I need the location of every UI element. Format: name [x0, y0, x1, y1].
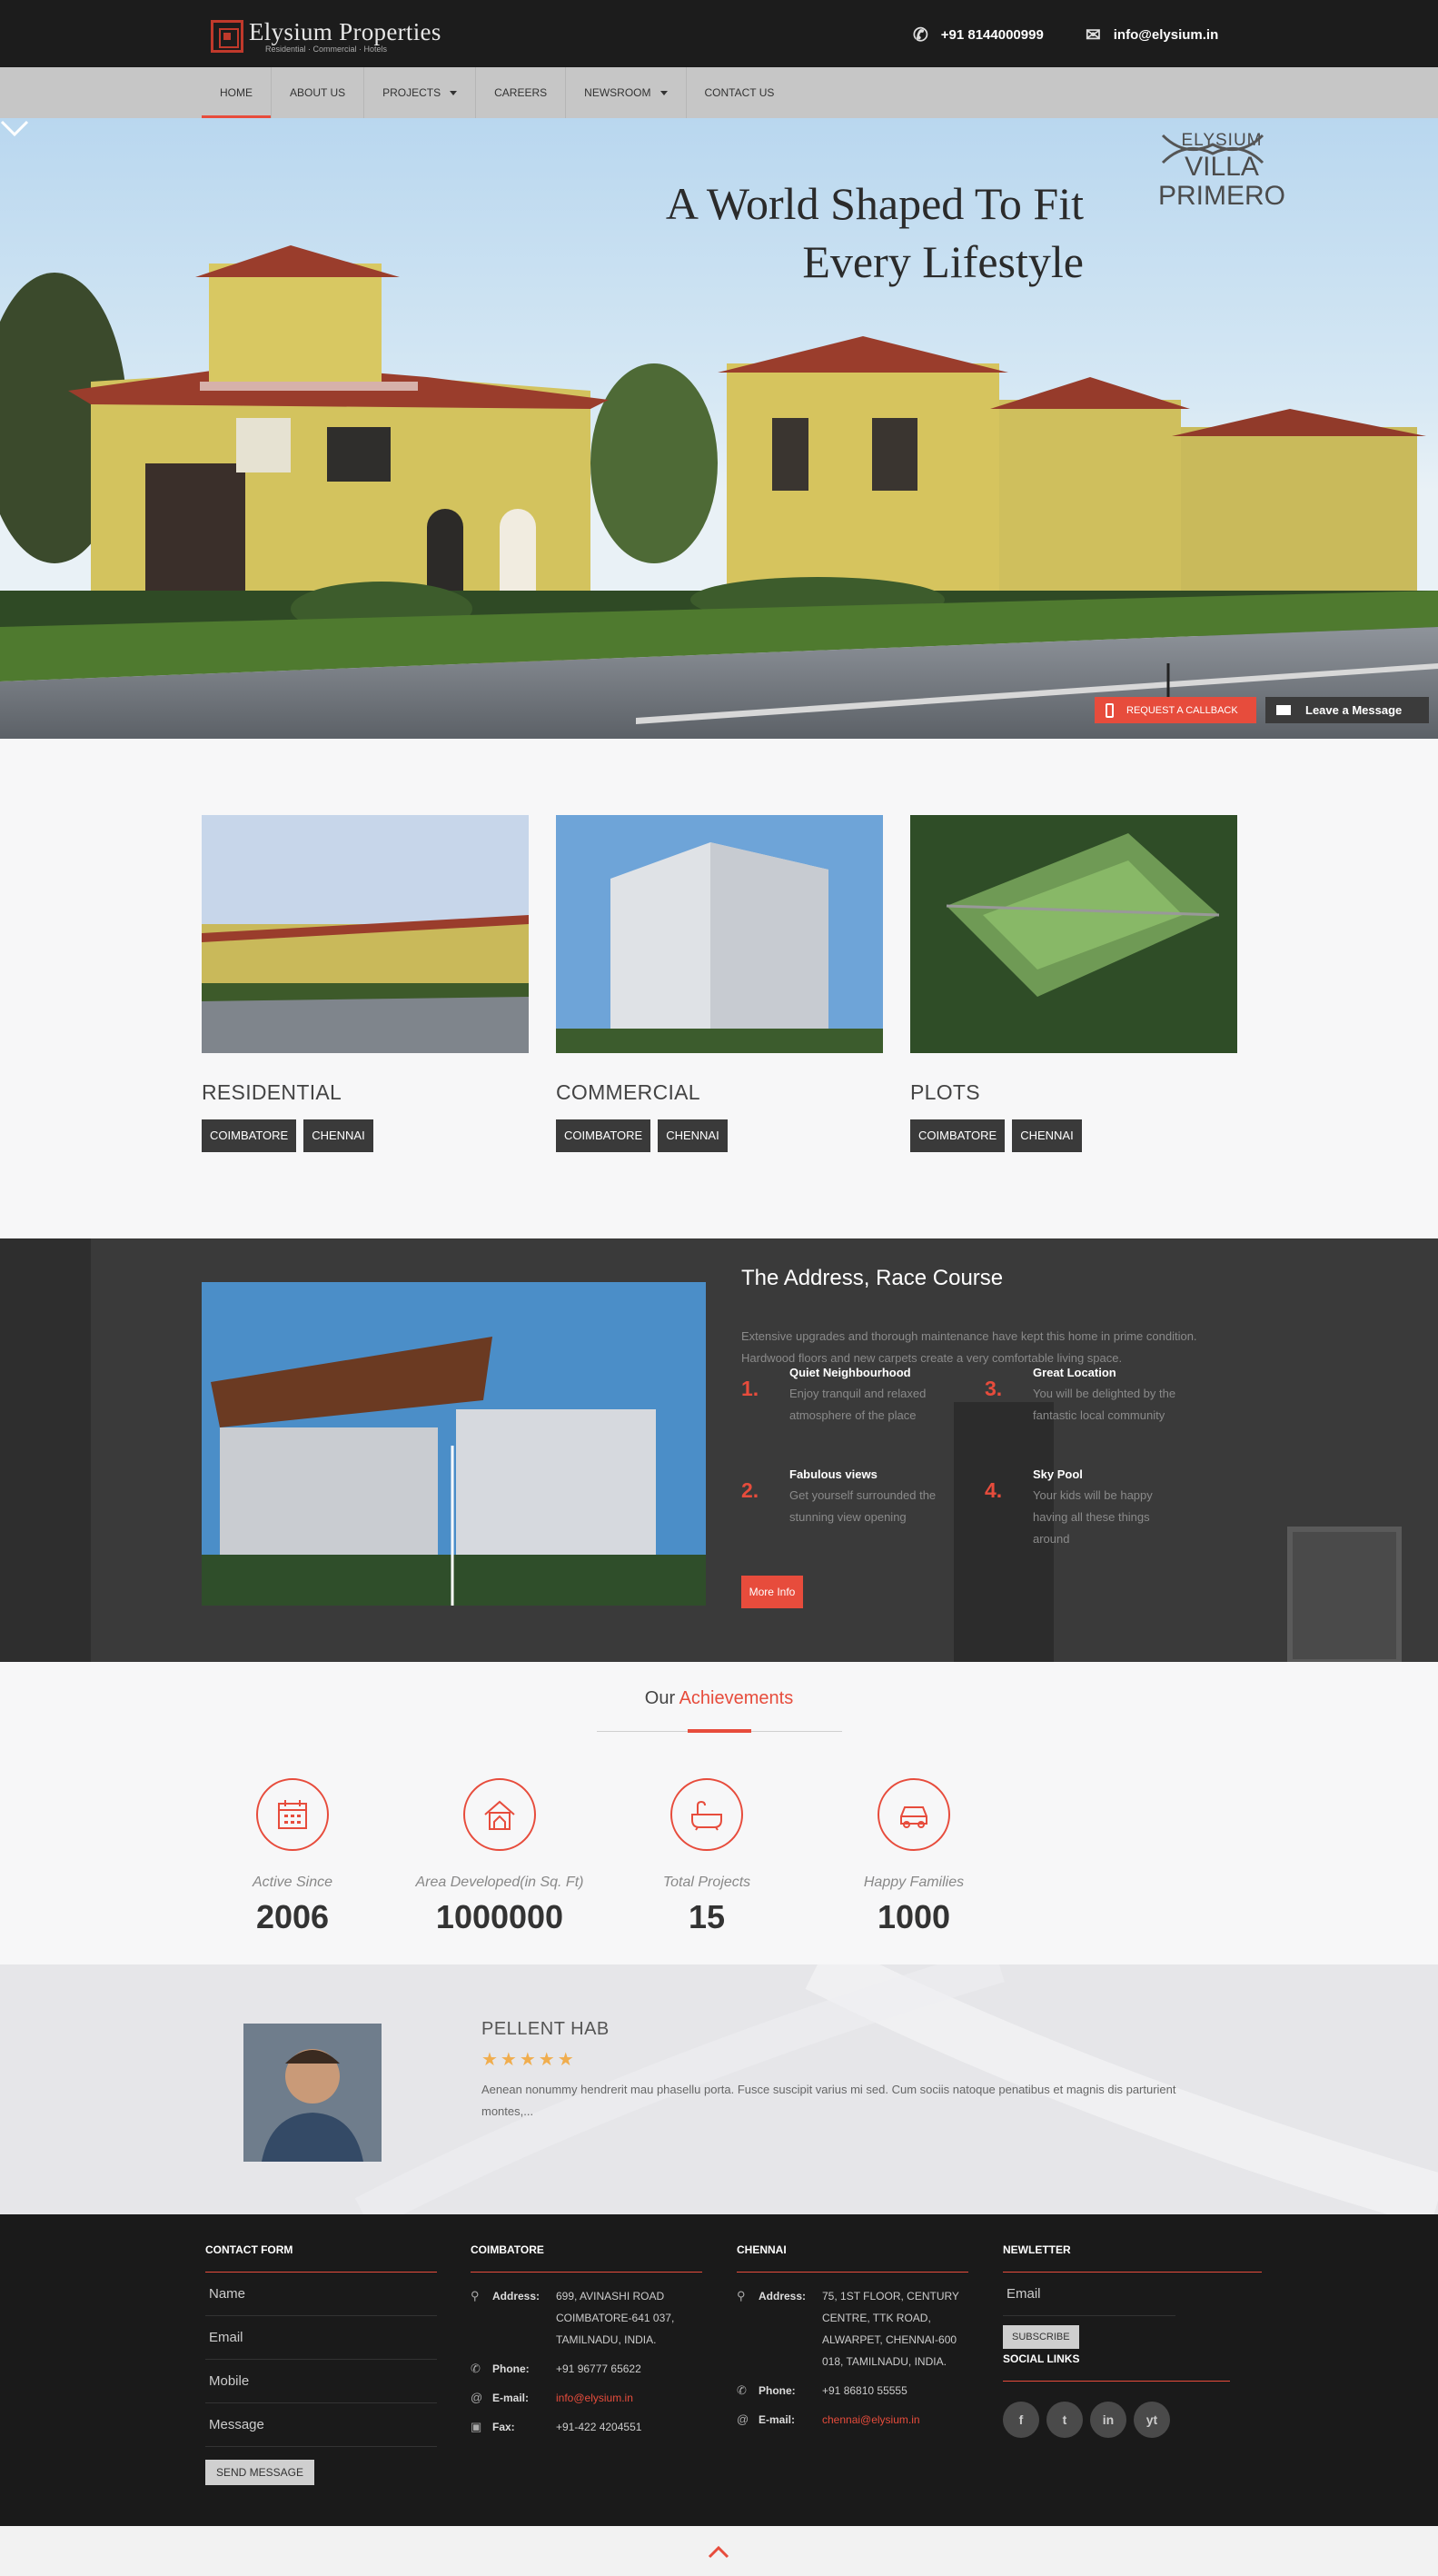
envelope-icon [1276, 705, 1291, 715]
at-icon: @ [471, 2391, 483, 2404]
stat-active-since: Active Since 2006 [183, 1778, 402, 1936]
main-nav: HOME ABOUT US PROJECTS CAREERS NEWSROOM … [0, 67, 1438, 118]
brand-tagline: Residential · Commercial · Hotels [265, 45, 388, 54]
message-field[interactable]: Message [205, 2403, 437, 2447]
stat-total-projects: Total Projects 15 [598, 1778, 816, 1936]
feature-item: 4. Sky Pool Your kids will be happy havi… [985, 1467, 1153, 1546]
footer-newsletter: NEWLETTER Email SUBSCRIBE SOCIAL LINKS f… [1003, 2243, 1262, 2438]
calendar-icon [278, 1800, 307, 1829]
fax-icon: ▣ [471, 2420, 482, 2433]
footer-contact-form: CONTACT FORM Name Email Mobile Message S… [205, 2243, 437, 2485]
nav-newsroom[interactable]: NEWSROOM [566, 67, 687, 118]
back-to-top-icon[interactable] [708, 2544, 729, 2559]
scroll-down-icon[interactable] [0, 118, 29, 138]
category-title: COMMERCIAL [556, 1080, 700, 1104]
brand-name: Elysium Properties [249, 18, 441, 45]
nav-about[interactable]: ABOUT US [272, 67, 365, 118]
featured-project: The Address, Race Course Extensive upgra… [0, 1238, 1438, 1662]
envelope-icon: ✉ [1086, 25, 1101, 45]
social-links: f t in yt [1003, 2402, 1262, 2438]
caret-down-icon [659, 91, 668, 96]
footer-coimbatore: COIMBATORE ⚲ Address: 699, AVINASHI ROAD C… [471, 2243, 702, 2438]
tag-coimbatore[interactable]: COIMBATORE [556, 1119, 651, 1152]
tag-chennai[interactable]: CHENNAI [658, 1119, 728, 1152]
phone-icon: ✆ [737, 2383, 747, 2397]
newsletter-email-input[interactable]: Email [1003, 2273, 1175, 2316]
featured-title: The Address, Race Course [741, 1266, 1004, 1290]
caret-down-icon [450, 91, 458, 96]
linkedin-icon[interactable]: in [1090, 2402, 1126, 2438]
tag-coimbatore[interactable]: COIMBATORE [202, 1119, 297, 1152]
request-callback-button[interactable]: REQUEST A CALLBACK [1095, 697, 1256, 723]
car-icon [900, 1806, 927, 1828]
achievements-heading: Our Achievements [644, 1688, 794, 1708]
map-pin-icon: ⚲ [737, 2289, 746, 2302]
mobile-icon [1106, 702, 1114, 718]
hero-banner: A World Shaped To Fit Every Lifestyle EL… [0, 118, 1438, 739]
plots-image[interactable] [910, 815, 1237, 1053]
featured-project-image[interactable] [202, 1282, 706, 1606]
footer-chennai: CHENNAI ⚲ Address: 75, 1ST FLOOR, CENTURY … [737, 2243, 968, 2431]
testimonial-author: PELLENT HAB [481, 2019, 610, 2039]
heading-divider [597, 1729, 842, 1733]
leave-message-button[interactable]: Leave a Message [1265, 697, 1429, 723]
nav-projects[interactable]: PROJECTS [364, 67, 477, 118]
star-rating: ★★★★★ [481, 2050, 577, 2070]
youtube-icon[interactable]: yt [1134, 2402, 1170, 2438]
tag-coimbatore[interactable]: COIMBATORE [910, 1119, 1006, 1152]
logo-mark-icon [211, 20, 243, 53]
testimonial-section: PELLENT HAB ★★★★★ Aenean nonummy hendrer… [0, 1964, 1438, 2214]
mobile-field[interactable]: Mobile [205, 2360, 437, 2403]
brand-logo[interactable]: Elysium Properties Residential · Commerc… [211, 16, 441, 56]
at-icon: @ [737, 2412, 749, 2426]
category-title: PLOTS [910, 1080, 980, 1104]
commercial-image[interactable] [556, 815, 883, 1053]
nav-careers[interactable]: CAREERS [476, 67, 567, 118]
hero-title: A World Shaped To Fit Every Lifestyle [665, 178, 1084, 287]
tag-chennai[interactable]: CHENNAI [303, 1119, 373, 1152]
footer: CONTACT FORM Name Email Mobile Message S… [0, 2214, 1438, 2526]
category-plots: PLOTS COIMBATORE CHENNAI [910, 815, 1237, 1152]
map-pin-icon: ⚲ [471, 2289, 480, 2302]
villa-primero-logo: ELYSIUM VILLA PRIMERO [1154, 131, 1290, 210]
stat-happy-families: Happy Families 1000 [805, 1778, 1023, 1936]
bathtub-icon [691, 1800, 722, 1831]
header-email-text: info@elysium.in [1113, 27, 1219, 43]
ornament-icon [1161, 134, 1264, 152]
header-phone[interactable]: ✆ +91 8144000999 [913, 24, 1044, 46]
testimonial-text: Aenean nonummy hendrerit mau phasellu po… [481, 2083, 1176, 2118]
tag-chennai[interactable]: CHENNAI [1012, 1119, 1082, 1152]
header-phone-text: +91 8144000999 [940, 27, 1044, 43]
avatar [243, 2024, 382, 2162]
feature-item: 3. Great Location You will be delighted … [985, 1366, 1176, 1422]
more-info-button[interactable]: More Info [741, 1576, 803, 1608]
subscribe-button[interactable]: SUBSCRIBE [1003, 2325, 1079, 2349]
feature-item: 1. Quiet Neighbourhood Enjoy tranquil an… [741, 1366, 927, 1422]
nav-contact[interactable]: CONTACT US [687, 67, 793, 118]
send-message-button[interactable]: SEND MESSAGE [205, 2460, 315, 2485]
email-link[interactable]: info@elysium.in [556, 2387, 702, 2409]
nav-home[interactable]: HOME [202, 67, 272, 118]
house-icon [484, 1800, 515, 1830]
category-commercial: COMMERCIAL COIMBATORE CHENNAI [556, 815, 883, 1152]
featured-description: Extensive upgrades and thorough maintena… [741, 1329, 1197, 1365]
email-field[interactable]: Email [205, 2316, 437, 2360]
email-link[interactable]: chennai@elysium.in [822, 2409, 968, 2431]
facebook-icon[interactable]: f [1003, 2402, 1039, 2438]
residential-image[interactable] [202, 815, 529, 1053]
feature-item: 2. Fabulous views Get yourself surrounde… [741, 1467, 937, 1524]
top-bar: Elysium Properties Residential · Commerc… [0, 0, 1438, 67]
phone-icon: ✆ [471, 2362, 481, 2375]
twitter-icon[interactable]: t [1046, 2402, 1083, 2438]
category-title: RESIDENTIAL [202, 1080, 342, 1104]
stat-area-developed: Area Developed(in Sq. Ft) 1000000 [391, 1778, 609, 1936]
category-residential: RESIDENTIAL COIMBATORE CHENNAI [202, 815, 529, 1152]
name-field[interactable]: Name [205, 2273, 437, 2316]
phone-icon: ✆ [913, 25, 928, 45]
header-email[interactable]: ✉ info@elysium.in [1086, 24, 1218, 46]
